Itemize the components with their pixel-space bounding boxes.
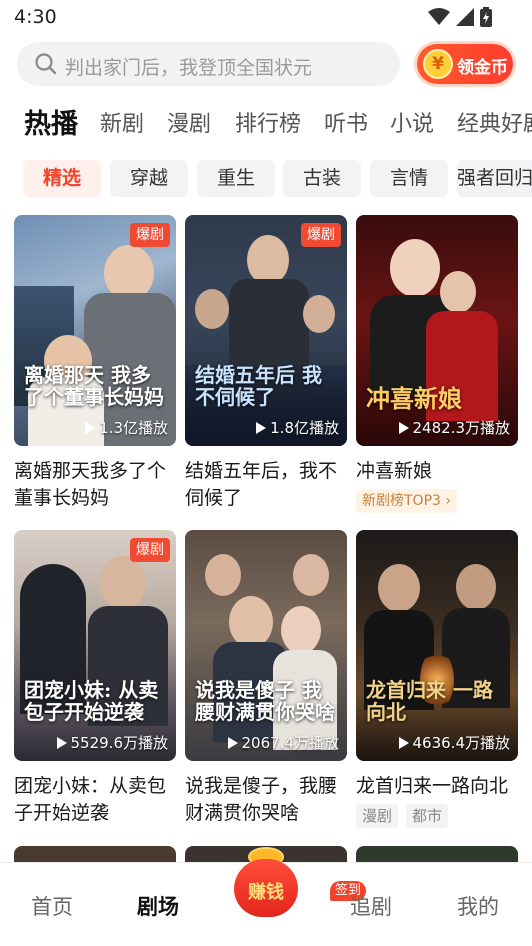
poster-title-text: 团宠小妹: 从卖包子开始逆袭 [24,678,159,724]
hot-badge: 爆剧 [130,538,170,562]
drama-title[interactable]: 冲喜新娘 [356,458,518,485]
status-time: 4:30 [14,6,57,28]
chip-romance[interactable]: 言情 [370,160,448,197]
genre-tags: 漫剧 都市 [356,804,518,828]
poster-image [14,530,176,761]
collect-coins-button[interactable]: ¥ 领金币 [417,44,513,84]
poster-image [185,215,347,446]
collect-coins-label: 领金币 [457,58,508,78]
search-bar[interactable]: 判出家门后，我登顶全国状元 [17,42,400,86]
play-count-text: 2067.4万播放 [241,734,340,752]
genre-tag[interactable]: 漫剧 [356,804,399,828]
drama-card[interactable]: 爆剧 团宠小妹: 从卖包子开始逆袭 5529.6万播放 团宠小妹：从卖包子开始逆… [14,530,176,829]
tab-hot[interactable]: 热播 [24,102,78,141]
poster-title-text: 龙首归来 一路向北 [366,678,493,724]
tab-novel[interactable]: 小说 [390,106,434,138]
rank-tag[interactable]: 新剧榜TOP3 › [356,489,457,513]
play-count-text: 1.3亿播放 [99,419,168,437]
chip-costume[interactable]: 古装 [283,160,361,197]
chip-time-travel[interactable]: 穿越 [110,160,188,197]
play-icon [398,422,409,434]
drama-poster[interactable]: 爆剧 团宠小妹: 从卖包子开始逆袭 5529.6万播放 [14,530,176,761]
drama-poster[interactable]: 说我是傻子 我腰财满贯你哭啥 2067.4万播放 [185,530,347,761]
hot-badge: 爆剧 [301,223,341,247]
tab-new[interactable]: 新剧 [100,106,144,138]
nav-theater[interactable]: 剧场 [137,891,179,921]
tab-comic-drama[interactable]: 漫剧 [167,106,211,138]
play-count-text: 4636.4万播放 [412,734,511,752]
drama-title[interactable]: 龙首归来一路向北 [356,773,518,800]
tab-ranking[interactable]: 排行榜 [235,106,301,138]
drama-title[interactable]: 说我是傻子，我腰财满贯你哭啥 [185,773,347,829]
signal-icon [456,8,474,26]
poster-title-text: 冲喜新娘 [366,384,462,413]
drama-poster[interactable]: 冲喜新娘 2482.3万播放 [356,215,518,446]
nav-mine[interactable]: 我的 [457,891,499,921]
nav-home[interactable]: 首页 [31,891,73,921]
play-icon [398,737,409,749]
poster-title-text: 说我是傻子 我腰财满贯你哭啥 [195,678,335,724]
poster-image [185,530,347,761]
drama-card[interactable]: 说我是傻子 我腰财满贯你哭啥 2067.4万播放 说我是傻子，我腰财满贯你哭啥 [185,530,347,829]
main-tabs: 热播 新剧 漫剧 排行榜 听书 小说 经典好剧 [0,102,532,142]
status-icons [428,7,492,27]
drama-poster[interactable]: 爆剧 离婚那天 我多了个董事长妈妈 1.3亿播放 [14,215,176,446]
poster-title-text: 结婚五年后 我不伺候了 [195,363,322,409]
play-count-text: 1.8亿播放 [270,419,339,437]
play-count: 1.8亿播放 [256,417,339,438]
play-icon [56,737,67,749]
hot-badge: 爆剧 [130,223,170,247]
play-count: 5529.6万播放 [56,732,169,753]
wifi-icon [428,8,450,25]
earn-money-button[interactable]: 赚钱 [232,845,300,917]
drama-card[interactable]: 爆剧 结婚五年后 我不伺候了 1.8亿播放 结婚五年后，我不伺候了 [185,215,347,514]
battery-icon [480,7,492,27]
genre-tag[interactable]: 都市 [406,804,449,828]
earn-money-label: 赚钱 [248,882,284,903]
search-placeholder: 判出家门后，我登顶全国状元 [65,57,313,79]
play-icon [227,737,238,749]
search-icon [35,53,57,75]
drama-card[interactable]: 冲喜新娘 2482.3万播放 冲喜新娘 新剧榜TOP3 › [356,215,518,513]
drama-title[interactable]: 离婚那天我多了个董事长妈妈 [14,458,176,514]
play-count: 4636.4万播放 [398,732,511,753]
play-count: 1.3亿播放 [85,417,168,438]
bottom-nav: 首页 剧场 赚钱 签到 追剧 我的 [0,847,532,946]
drama-title[interactable]: 结婚五年后，我不伺候了 [185,458,347,514]
filter-chips: 精选 穿越 重生 古装 言情 强者回归 [0,160,532,198]
coin-icon: ¥ [423,49,453,79]
chip-strong-return[interactable]: 强者回归 [457,160,532,197]
tab-classic[interactable]: 经典好剧 [457,106,532,138]
status-bar: 4:30 [0,0,532,36]
poster-image [14,215,176,446]
tab-audiobook[interactable]: 听书 [324,106,368,138]
nav-follow[interactable]: 追剧 [350,891,392,921]
poster-title-text: 离婚那天 我多了个董事长妈妈 [24,363,164,409]
play-icon [256,422,267,434]
play-count-text: 5529.6万播放 [70,734,169,752]
chip-featured[interactable]: 精选 [23,160,101,197]
play-count: 2067.4万播放 [227,732,340,753]
play-count-text: 2482.3万播放 [412,419,511,437]
drama-poster[interactable]: 爆剧 结婚五年后 我不伺候了 1.8亿播放 [185,215,347,446]
chip-rebirth[interactable]: 重生 [197,160,275,197]
play-count: 2482.3万播放 [398,417,511,438]
play-icon [85,422,96,434]
drama-poster[interactable]: 龙首归来 一路向北 4636.4万播放 [356,530,518,761]
drama-card[interactable]: 爆剧 离婚那天 我多了个董事长妈妈 1.3亿播放 离婚那天我多了个董事长妈妈 [14,215,176,514]
drama-title[interactable]: 团宠小妹：从卖包子开始逆袭 [14,773,176,829]
poster-image [356,530,518,761]
drama-card[interactable]: 龙首归来 一路向北 4636.4万播放 龙首归来一路向北 漫剧 都市 [356,530,518,828]
